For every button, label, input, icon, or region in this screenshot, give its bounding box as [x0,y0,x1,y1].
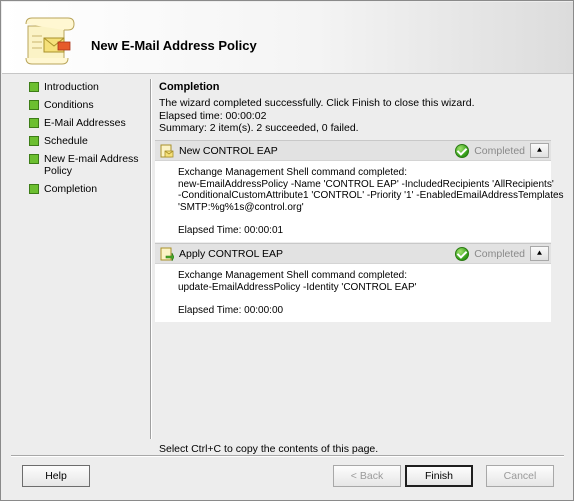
summary-text: Summary: 2 item(s). 2 succeeded, 0 faile… [159,122,359,134]
nav-item-introduction[interactable]: Introduction [29,81,147,93]
step-elapsed: Elapsed Time: 00:00:00 [178,304,284,316]
nav-item-email-addresses[interactable]: E-Mail Addresses [29,117,147,129]
email-policy-icon [160,144,174,157]
wizard-title: New E-Mail Address Policy [91,38,257,53]
apply-policy-icon [160,247,174,261]
step-complete-icon [29,154,39,164]
finish-button[interactable]: Finish [405,465,473,487]
scroll-wizard-icon [25,17,75,65]
nav-item-schedule[interactable]: Schedule [29,135,147,147]
wizard-window: New E-Mail Address Policy Introduction C… [0,0,574,501]
help-button[interactable]: Help [22,465,90,487]
step-complete-icon [29,82,39,92]
footer-divider [11,455,564,456]
cancel-button[interactable]: Cancel [486,465,554,487]
back-button[interactable]: < Back [333,465,401,487]
step-complete-icon [29,118,39,128]
step-new-control-eap: New CONTROL EAP Completed ⯅ Exchange Man… [155,140,564,242]
step-complete-icon [29,136,39,146]
chevron-up-icon: ⯅ [535,145,544,155]
collapse-button[interactable]: ⯅ [530,143,549,158]
elapsed-time: Elapsed time: 00:00:02 [159,109,267,122]
step-status: Completed [455,247,525,261]
step-elapsed: Elapsed Time: 00:00:01 [178,224,284,236]
chevron-up-icon: ⯅ [535,248,544,258]
completion-summary: Completion The wizard completed successf… [159,81,552,135]
step-details: Exchange Management Shell command comple… [155,161,564,242]
copy-hint: Select Ctrl+C to copy the contents of th… [159,443,379,455]
step-title: New CONTROL EAP [179,144,278,157]
wizard-steps-nav: Introduction Conditions E-Mail Addresses… [29,81,147,201]
step-complete-icon [29,100,39,110]
step-status: Completed [455,144,525,158]
nav-divider [150,79,151,439]
step-header: Apply CONTROL EAP Completed ⯅ [155,243,551,264]
page-title: Completion [159,81,220,93]
step-header: New CONTROL EAP Completed ⯅ [155,140,551,161]
nav-item-new-policy[interactable]: New E-mail Address Policy [29,153,147,177]
step-details: Exchange Management Shell command comple… [155,264,551,322]
success-check-icon [455,247,470,261]
collapse-button[interactable]: ⯅ [530,246,549,261]
step-apply-control-eap: Apply CONTROL EAP Completed ⯅ Exchange M… [155,243,551,322]
nav-item-completion[interactable]: Completion [29,183,147,195]
success-check-icon [455,144,470,158]
nav-item-conditions[interactable]: Conditions [29,99,147,111]
step-title: Apply CONTROL EAP [179,247,284,260]
completion-message: The wizard completed successfully. Click… [159,97,475,109]
wizard-header: New E-Mail Address Policy [2,2,573,74]
step-complete-icon [29,184,39,194]
